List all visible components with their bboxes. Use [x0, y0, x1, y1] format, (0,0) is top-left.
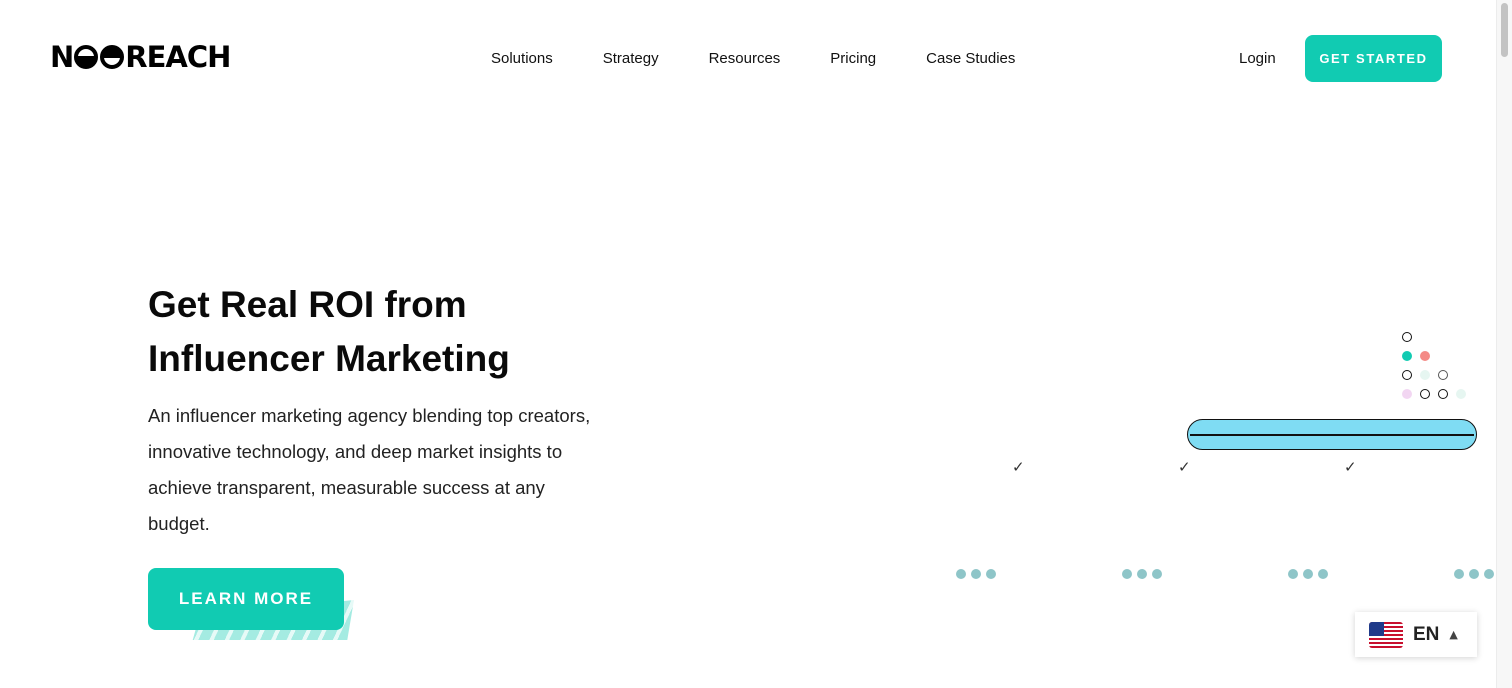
- nav-solutions[interactable]: Solutions: [491, 50, 553, 68]
- language-switcher[interactable]: EN ▲: [1355, 612, 1477, 657]
- learn-more-wrapper: LEARN MORE: [148, 568, 358, 643]
- decor-dot: [1456, 389, 1466, 399]
- decor-dot: [1438, 389, 1448, 399]
- learn-more-button[interactable]: LEARN MORE: [148, 568, 344, 630]
- decor-dot: [1420, 370, 1430, 380]
- decor-dot: [1402, 351, 1412, 361]
- language-code: EN: [1413, 623, 1440, 645]
- main-nav: Solutions Strategy Resources Pricing Cas…: [491, 50, 1015, 68]
- decor-dot: [1402, 332, 1412, 342]
- dots-decoration: [956, 569, 996, 579]
- dots-decoration: [1288, 569, 1328, 579]
- decor-dot: [1420, 389, 1430, 399]
- logo-e-glyph: [74, 45, 99, 69]
- decor-dot: [1438, 370, 1448, 380]
- login-link[interactable]: Login: [1239, 50, 1276, 68]
- decor-dot: [1420, 351, 1430, 361]
- logo-reach: REACH: [125, 40, 231, 74]
- chevron-up-icon: ▲: [1449, 628, 1458, 641]
- nav-resources[interactable]: Resources: [709, 50, 781, 68]
- decor-dot: [1402, 389, 1412, 399]
- logo-n: N: [50, 40, 74, 74]
- nav-case-studies[interactable]: Case Studies: [926, 50, 1015, 68]
- nav-strategy[interactable]: Strategy: [603, 50, 659, 68]
- dots-decoration: [1454, 569, 1494, 579]
- scrollbar-thumb[interactable]: [1501, 3, 1508, 57]
- neoreach-logo[interactable]: N REACH: [50, 40, 231, 74]
- check-icon: ✓: [1178, 458, 1191, 476]
- hero-title-line1: Get Real ROI from: [148, 284, 467, 325]
- dots-decoration: [1122, 569, 1162, 579]
- logo-o-glyph: [100, 45, 125, 69]
- us-flag-icon: [1369, 621, 1403, 648]
- decor-dot: [1402, 370, 1412, 380]
- check-icon: ✓: [1344, 458, 1357, 476]
- page-scrollbar[interactable]: [1496, 0, 1512, 688]
- hero-title-line2: Influencer Marketing: [148, 338, 510, 379]
- decor-pill: [1187, 419, 1477, 450]
- hero-title: Get Real ROI from Influencer Marketing: [148, 278, 628, 386]
- get-started-button[interactable]: GET STARTED: [1305, 35, 1442, 82]
- check-icon: ✓: [1012, 458, 1025, 476]
- hero-description: An influencer marketing agency blending …: [148, 405, 591, 534]
- nav-pricing[interactable]: Pricing: [830, 50, 876, 68]
